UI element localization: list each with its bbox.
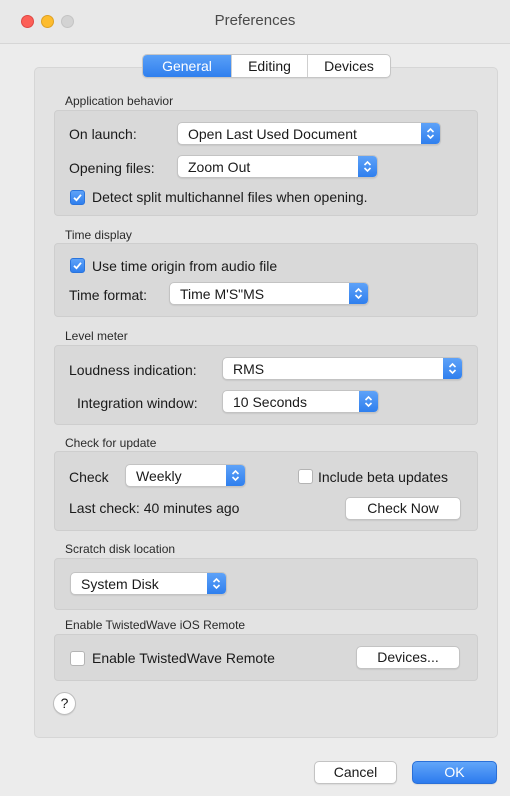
level-meter-title: Level meter: [65, 329, 128, 343]
beta-updates-label: Include beta updates: [318, 469, 448, 485]
detect-split-label: Detect split multichannel files when ope…: [92, 189, 368, 205]
ok-button[interactable]: OK: [412, 761, 497, 784]
on-launch-label: On launch:: [69, 126, 137, 142]
use-time-origin-checkbox[interactable]: [70, 258, 85, 273]
use-time-origin-label: Use time origin from audio file: [92, 258, 278, 274]
beta-updates-checkbox[interactable]: [298, 469, 313, 484]
ios-remote-title: Enable TwistedWave iOS Remote: [65, 618, 246, 632]
time-display-group: [54, 243, 478, 317]
time-display-title: Time display: [65, 228, 132, 242]
tab-bar: General Editing Devices: [142, 54, 391, 78]
chevron-updown-icon: [421, 123, 440, 144]
loudness-label: Loudness indication:: [69, 362, 197, 378]
check-frequency-label: Check: [69, 469, 109, 485]
time-format-value: Time M'S"MS: [180, 286, 265, 302]
tab-editing[interactable]: Editing: [231, 55, 307, 77]
chevron-updown-icon: [207, 573, 226, 594]
application-behavior-title: Application behavior: [65, 94, 174, 108]
scratch-disk-select[interactable]: System Disk: [70, 572, 227, 595]
enable-remote-label: Enable TwistedWave Remote: [92, 650, 275, 666]
title-bar: Preferences: [0, 0, 510, 44]
chevron-updown-icon: [358, 156, 377, 177]
window-title: Preferences: [214, 12, 296, 29]
opening-files-select[interactable]: Zoom Out: [177, 155, 378, 178]
time-format-select[interactable]: Time M'S"MS: [169, 282, 369, 305]
integration-window-value: 10 Seconds: [233, 394, 307, 410]
help-button[interactable]: ?: [53, 692, 76, 715]
cancel-button[interactable]: Cancel: [314, 761, 397, 784]
chevron-updown-icon: [349, 283, 368, 304]
tab-general[interactable]: General: [143, 55, 231, 77]
check-frequency-select[interactable]: Weekly: [125, 464, 246, 487]
chevron-updown-icon: [226, 465, 245, 486]
integration-window-label: Integration window:: [77, 395, 198, 411]
last-check-text: Last check: 40 minutes ago: [69, 500, 240, 516]
check-now-button[interactable]: Check Now: [345, 497, 461, 520]
scratch-disk-value: System Disk: [81, 576, 159, 592]
loudness-select[interactable]: RMS: [222, 357, 463, 380]
checkmark-icon: [73, 194, 82, 202]
loudness-value: RMS: [233, 361, 265, 377]
checkmark-icon: [73, 262, 82, 270]
enable-remote-checkbox[interactable]: [70, 651, 85, 666]
check-frequency-value: Weekly: [136, 468, 182, 484]
chevron-updown-icon: [359, 391, 378, 412]
time-format-label: Time format:: [69, 287, 148, 303]
detect-split-checkbox[interactable]: [70, 190, 85, 205]
tab-devices[interactable]: Devices: [307, 55, 390, 77]
devices-button[interactable]: Devices...: [356, 646, 460, 669]
scratch-disk-title: Scratch disk location: [65, 542, 176, 556]
integration-window-select[interactable]: 10 Seconds: [222, 390, 379, 413]
chevron-updown-icon: [443, 358, 462, 379]
opening-files-value: Zoom Out: [188, 159, 251, 175]
on-launch-value: Open Last Used Document: [188, 126, 357, 142]
on-launch-select[interactable]: Open Last Used Document: [177, 122, 441, 145]
opening-files-label: Opening files:: [69, 160, 155, 176]
check-update-title: Check for update: [65, 436, 157, 450]
